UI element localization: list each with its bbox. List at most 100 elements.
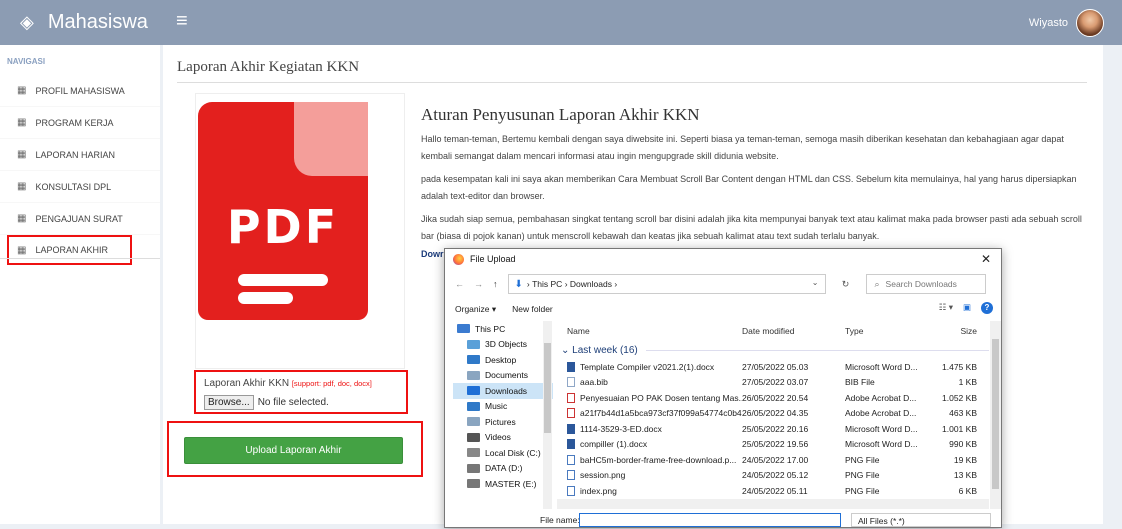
brand[interactable]: ◈ Mahasiswa [0, 0, 160, 45]
download-folder-icon: ⬇ [514, 278, 523, 290]
tree-item[interactable]: Pictures [453, 414, 553, 430]
forward-icon[interactable]: → [474, 279, 483, 289]
help-icon[interactable]: ? [981, 302, 993, 314]
upload-button[interactable]: Upload Laporan Akhir [184, 437, 403, 464]
sidebar-item-label: PENGAJUAN SURAT [35, 213, 123, 224]
divider [177, 82, 1087, 83]
search-icon: ⌕ [874, 278, 880, 289]
folder-icon [467, 386, 480, 396]
tree-item[interactable]: 3D Objects [453, 337, 553, 353]
up-arrow-icon[interactable]: ↑ [493, 279, 498, 289]
page-title: Laporan Akhir Kegiatan KKN [177, 59, 360, 75]
brand-label: Mahasiswa [47, 11, 148, 33]
file-row[interactable]: session.png 24/05/2022 05.12 PNG File 13 KB [557, 468, 989, 484]
dialog-title: File Upload [470, 254, 516, 264]
search-input[interactable]: ⌕ Search Downloads [865, 274, 986, 294]
tree-item[interactable]: Videos [453, 430, 553, 446]
organize-menu[interactable]: Organize ▾ [455, 304, 496, 315]
tree-item[interactable]: Music [453, 399, 553, 415]
file-type-filter[interactable]: All Files (*.*) [851, 513, 991, 527]
png-file-icon [567, 485, 575, 496]
avatar [1076, 9, 1104, 37]
tree-item[interactable]: This PC [453, 321, 553, 337]
calendar-icon: ▦ [17, 244, 27, 256]
file-row[interactable]: compiller (1).docx 25/05/2022 19.56 Micros… [557, 437, 989, 453]
address-bar[interactable]: ⬇ › This PC › Downloads › ⌄ [507, 274, 826, 294]
address-bar-row: ← → ↑ ⬇ › This PC › Downloads › ⌄ ↻ ⌕ Se… [445, 269, 1001, 299]
tree-item[interactable]: DATA (D:) [453, 461, 553, 477]
pdf-thumbnail-card: PDF [195, 93, 405, 369]
tree-item[interactable]: Documents [453, 368, 553, 384]
download-link[interactable]: Dowr [421, 249, 444, 259]
browse-button[interactable]: Browse... [204, 395, 254, 410]
upload-highlight: Upload Laporan Akhir [167, 421, 423, 477]
article-paragraph: Jika sudah siap semua, pembahasan singka… [421, 214, 1082, 241]
article-paragraph: pada kesempatan kali ini saya akan membe… [421, 174, 1077, 201]
folder-icon [467, 370, 480, 380]
sidebar-item-label: PROFIL MAHASISWA [35, 85, 125, 96]
column-type[interactable]: Type [845, 326, 937, 336]
file-list-scrollbar[interactable] [990, 321, 1001, 509]
sidebar-header: NAVIGASI [7, 57, 46, 66]
sidebar-divider [0, 258, 160, 259]
filename-row: File name: All Files (*.*) [445, 511, 1001, 529]
word-file-icon [567, 423, 575, 434]
file-file-icon [567, 377, 575, 388]
calendar-icon: ▦ [17, 213, 27, 224]
file-row[interactable]: a21f7b44d1a5bca973cf37f099a54774c0b4....… [557, 406, 989, 422]
view-options-icon[interactable]: ☷ ▾ [939, 302, 953, 314]
sidebar-item-laporan-akhir[interactable]: ▦ LAPORAN AKHIR [7, 235, 132, 265]
file-list-header: Name Date modified Type Size [557, 321, 989, 341]
new-folder-button[interactable]: New folder [512, 304, 553, 314]
file-list: Name Date modified Type Size ⌄ Last week… [557, 321, 989, 509]
breadcrumb-downloads[interactable]: Downloads [570, 279, 612, 289]
preview-pane-icon[interactable]: ▣ [963, 302, 971, 314]
column-name[interactable]: Name [557, 326, 742, 336]
horizontal-scrollbar[interactable] [557, 499, 989, 509]
folder-icon [467, 339, 480, 349]
sidebar-item-konsultasi-dpl[interactable]: ▦ KONSULTASI DPL [0, 171, 160, 203]
user-menu[interactable]: Wiyasto [1029, 9, 1104, 37]
folder-icon [467, 432, 480, 442]
file-row[interactable]: index.png 24/05/2022 05.11 PNG File 6 KB [557, 483, 989, 499]
navigation-tree: This PC 3D Objects Desktop Documents Downloa… [453, 321, 553, 509]
sidebar-item-laporan-harian[interactable]: ▦ LAPORAN HARIAN [0, 139, 160, 171]
no-file-text: No file selected. [257, 397, 329, 408]
sidebar: NAVIGASI ▦ PROFIL MAHASISWA ▦ PROGRAM KE… [0, 45, 160, 524]
chevron-down-icon[interactable]: ⌄ [812, 278, 819, 287]
sidebar-item-profil-mahasiswa[interactable]: ▦ PROFIL MAHASISWA [0, 75, 160, 107]
file-row[interactable]: 1114-3529-3-ED.docx 25/05/2022 20.16 Micro… [557, 421, 989, 437]
tree-item[interactable]: MASTER (E:) [453, 476, 553, 492]
calendar-icon: ▦ [17, 117, 27, 128]
file-row[interactable]: Penyesuaian PO PAK Dosen tentang Mas... 2… [557, 390, 989, 406]
filename-input[interactable] [579, 513, 841, 527]
file-row[interactable]: aaa.bib 27/05/2022 03.07 BIB File 1 KB [557, 375, 989, 391]
pdf-file-icon [567, 408, 575, 419]
article: Aturan Penyusunan Laporan Akhir KKN Hall… [421, 105, 1096, 251]
close-icon[interactable]: ✕ [981, 252, 991, 266]
column-size[interactable]: Size [937, 326, 977, 336]
user-name: Wiyasto [1028, 17, 1068, 29]
sidebar-item-program-kerja[interactable]: ▦ PROGRAM KERJA [0, 107, 160, 139]
dialog-toolbar: Organize ▾ New folder ☷ ▾ ▣ ? [445, 299, 1001, 319]
breadcrumb-this-pc[interactable]: This PC [532, 279, 562, 289]
tree-item[interactable]: Desktop [453, 352, 553, 368]
group-header[interactable]: ⌄ Last week (16) [557, 341, 989, 359]
sidebar-item-pengajuan-surat[interactable]: ▦ PENGAJUAN SURAT [0, 203, 160, 235]
file-input-group: Laporan Akhir KKN [support: pdf, doc, do… [194, 370, 408, 414]
refresh-icon[interactable]: ↻ [836, 279, 856, 290]
file-row[interactable]: baHC5m-border-frame-free-download.p... 24… [557, 452, 989, 468]
article-paragraph: Hallo teman-teman, Bertemu kembali denga… [421, 134, 1064, 161]
firefox-icon [453, 253, 464, 265]
column-date[interactable]: Date modified [742, 326, 845, 336]
menu-toggle-icon[interactable]: ≡ [176, 10, 188, 33]
tree-item[interactable]: Downloads [453, 383, 553, 399]
sidebar-item-label: LAPORAN HARIAN [35, 149, 115, 160]
folder-icon [467, 417, 480, 427]
calendar-icon: ▦ [17, 149, 27, 160]
tree-item[interactable]: Local Disk (C:) [453, 445, 553, 461]
back-icon[interactable]: ← [455, 279, 464, 289]
sidebar-item-label: LAPORAN AKHIR [35, 245, 108, 255]
tree-scrollbar[interactable] [543, 321, 552, 509]
file-row[interactable]: Template Compiler v2021.2(1).docx 27/05/2… [557, 359, 989, 375]
